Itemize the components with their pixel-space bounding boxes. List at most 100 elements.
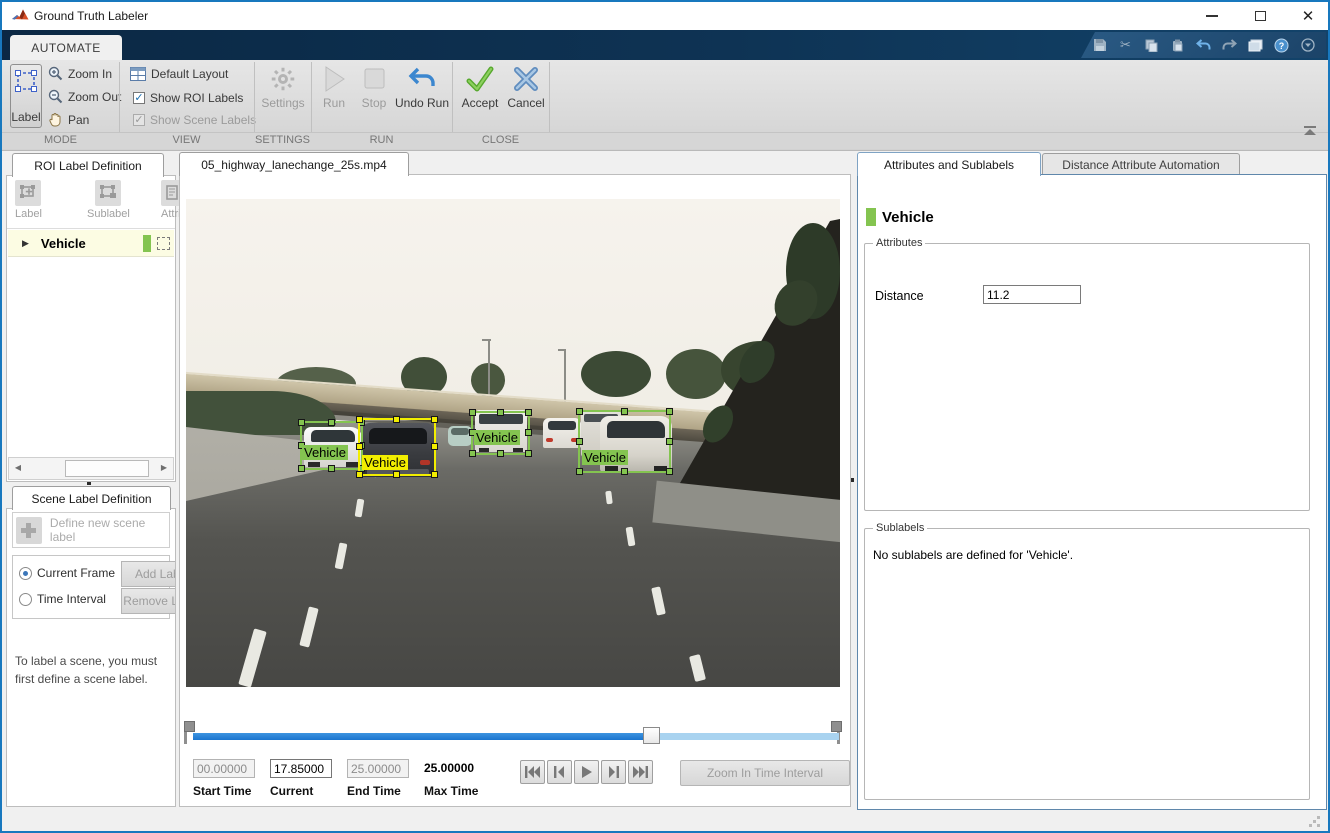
current-frame-label: Current Frame bbox=[37, 566, 115, 580]
previous-frame-button[interactable] bbox=[547, 760, 572, 784]
distance-attribute-label: Distance bbox=[875, 289, 924, 303]
roi-handle[interactable] bbox=[666, 408, 673, 415]
tab-video-file[interactable]: 05_highway_lanechange_25s.mp4 bbox=[179, 152, 409, 176]
time-slider-track[interactable] bbox=[193, 733, 839, 740]
matlab-logo-icon bbox=[12, 8, 29, 23]
tab-distance-attribute-automation[interactable]: Distance Attribute Automation bbox=[1042, 153, 1240, 176]
add-scene-label-button bbox=[16, 517, 42, 544]
add-sublabel-button: Sublabel bbox=[87, 180, 130, 220]
roi-handle[interactable] bbox=[525, 409, 532, 416]
close-button[interactable]: ✕ bbox=[1288, 2, 1328, 30]
tab-automate[interactable]: AUTOMATE bbox=[10, 35, 122, 60]
roi-horizontal-scrollbar[interactable]: ◀ ▶ bbox=[8, 457, 174, 480]
roi-handle[interactable] bbox=[431, 416, 438, 423]
rectangle-roi-type-icon bbox=[157, 237, 170, 250]
zoom-in-time-interval-label: Zoom In Time Interval bbox=[707, 766, 823, 780]
roi-handle[interactable] bbox=[328, 419, 335, 426]
roi-handle[interactable] bbox=[497, 450, 504, 457]
run-label: Run bbox=[323, 96, 345, 110]
roi-handle[interactable] bbox=[621, 408, 628, 415]
roi-handle[interactable] bbox=[525, 429, 532, 436]
roi-handle[interactable] bbox=[469, 409, 476, 416]
roi-handle[interactable] bbox=[356, 471, 363, 478]
roi-handle[interactable] bbox=[356, 443, 363, 450]
play-button[interactable] bbox=[574, 760, 599, 784]
roi-handle[interactable] bbox=[393, 416, 400, 423]
roi-handle[interactable] bbox=[666, 468, 673, 475]
roi-handle[interactable] bbox=[525, 450, 532, 457]
label-mode-button[interactable]: Label bbox=[10, 64, 42, 128]
add-scene-label-button-2: Add Label bbox=[121, 561, 176, 587]
default-layout-button[interactable]: Default Layout bbox=[130, 67, 228, 81]
roi-box-label: Vehicle bbox=[582, 450, 628, 465]
roi-handle[interactable] bbox=[576, 408, 583, 415]
next-frame-button[interactable] bbox=[601, 760, 626, 784]
accept-button[interactable]: Accept bbox=[458, 64, 502, 110]
scene-label-hint-text: To label a scene, you must first define … bbox=[15, 652, 165, 688]
tab-scene-label-definition[interactable]: Scene Label Definition bbox=[12, 486, 171, 510]
start-time-field bbox=[193, 759, 255, 778]
current-frame-radio[interactable]: Current Frame bbox=[19, 566, 115, 580]
copy-icon[interactable] bbox=[1143, 37, 1160, 54]
roi-label-item-vehicle[interactable]: ▶ Vehicle bbox=[8, 230, 174, 257]
zoom-in-button[interactable]: Zoom In bbox=[48, 66, 112, 81]
time-slider-thumb[interactable] bbox=[643, 727, 660, 744]
distance-attribute-input[interactable] bbox=[983, 285, 1081, 304]
show-scene-labels-checkbox: ✓ Show Scene Labels bbox=[133, 113, 256, 127]
current-time-field[interactable] bbox=[270, 759, 332, 778]
show-roi-labels-checkbox[interactable]: ✓ Show ROI Labels bbox=[133, 91, 243, 105]
maximize-button[interactable] bbox=[1240, 2, 1280, 30]
cut-icon[interactable]: ✂ bbox=[1117, 37, 1134, 54]
radio-selected-icon[interactable] bbox=[19, 567, 32, 580]
roi-handle[interactable] bbox=[356, 416, 363, 423]
attributes-and-sublabels-panel: Vehicle Attributes Distance Sublabels No… bbox=[857, 174, 1327, 810]
resize-grip[interactable] bbox=[1310, 816, 1322, 828]
checkbox-checked-icon: ✓ bbox=[133, 92, 145, 104]
undo-icon[interactable] bbox=[1195, 37, 1212, 54]
roi-handle[interactable] bbox=[393, 471, 400, 478]
define-scene-label-row: Define new scene label bbox=[12, 512, 170, 548]
paste-icon[interactable] bbox=[1169, 37, 1186, 54]
roi-box-vehicle-2-selected[interactable]: Vehicle bbox=[358, 418, 436, 476]
ribbon: Label Zoom In Zoom Out Pan Default Layou… bbox=[2, 60, 1328, 151]
checkbox-checked-disabled-icon: ✓ bbox=[133, 114, 145, 126]
tab-roi-label-definition[interactable]: ROI Label Definition bbox=[12, 153, 164, 177]
attributes-legend: Attributes bbox=[873, 237, 925, 249]
roi-handle[interactable] bbox=[497, 409, 504, 416]
roi-handle[interactable] bbox=[431, 443, 438, 450]
first-frame-button[interactable] bbox=[520, 760, 545, 784]
video-frame[interactable]: Vehicle Vehicle Vehicle Vehicle bbox=[186, 199, 840, 687]
pan-button[interactable]: Pan bbox=[48, 112, 89, 127]
roi-box-vehicle-3[interactable]: Vehicle bbox=[471, 411, 530, 455]
roi-box-vehicle-1[interactable]: Vehicle bbox=[300, 421, 363, 470]
last-frame-button[interactable] bbox=[628, 760, 653, 784]
undo-run-button[interactable]: Undo Run bbox=[395, 64, 449, 110]
roi-handle[interactable] bbox=[298, 465, 305, 472]
save-icon[interactable] bbox=[1091, 37, 1108, 54]
minimize-button[interactable] bbox=[1192, 2, 1232, 30]
scroll-left-icon[interactable]: ◀ bbox=[11, 459, 25, 477]
roi-handle[interactable] bbox=[298, 419, 305, 426]
label-color-swatch[interactable] bbox=[143, 235, 151, 252]
roi-handle[interactable] bbox=[621, 468, 628, 475]
roi-handle[interactable] bbox=[576, 468, 583, 475]
radio-unselected-icon[interactable] bbox=[19, 593, 32, 606]
help-icon[interactable]: ? bbox=[1273, 37, 1290, 54]
tab-attributes-and-sublabels[interactable]: Attributes and Sublabels bbox=[857, 152, 1041, 176]
scrollbar-thumb[interactable] bbox=[65, 460, 149, 477]
roi-handle[interactable] bbox=[576, 438, 583, 445]
collapse-ribbon-icon[interactable] bbox=[1302, 126, 1318, 138]
scroll-right-icon[interactable]: ▶ bbox=[157, 459, 171, 477]
roi-handle[interactable] bbox=[666, 438, 673, 445]
roi-handle[interactable] bbox=[431, 471, 438, 478]
roi-handle[interactable] bbox=[328, 465, 335, 472]
redo-icon[interactable] bbox=[1221, 37, 1238, 54]
zoom-out-button[interactable]: Zoom Out bbox=[48, 89, 121, 104]
toolbar-options-icon[interactable] bbox=[1299, 37, 1316, 54]
cancel-button[interactable]: Cancel bbox=[505, 64, 547, 110]
window-layout-icon[interactable] bbox=[1247, 37, 1264, 54]
roi-handle[interactable] bbox=[469, 450, 476, 457]
time-interval-radio[interactable]: Time Interval bbox=[19, 592, 106, 606]
roi-box-vehicle-4[interactable]: Vehicle bbox=[578, 410, 671, 473]
expand-arrow-icon[interactable]: ▶ bbox=[22, 238, 29, 249]
